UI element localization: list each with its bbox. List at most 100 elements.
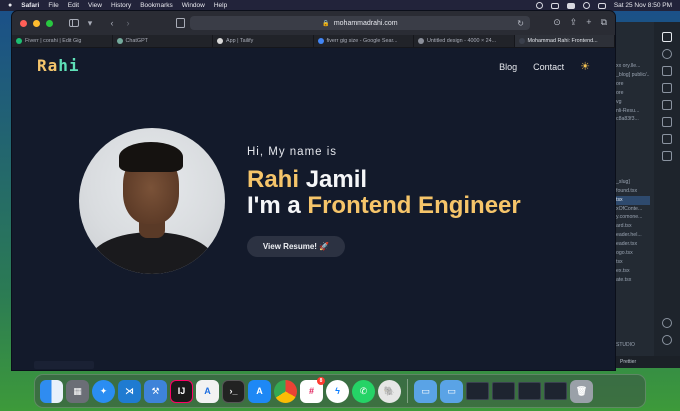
explorer-icon[interactable] — [662, 32, 672, 42]
hero-greeting: Hi, My name is — [247, 146, 338, 158]
control-center-icon[interactable] — [597, 2, 606, 9]
sidebar-toggle-icon[interactable] — [69, 19, 79, 27]
documents-folder-icon[interactable]: ▭ — [440, 379, 463, 403]
docker-icon[interactable] — [662, 134, 672, 144]
tableplus-icon[interactable]: 🐘 — [378, 379, 401, 403]
file-tree-item[interactable] — [616, 142, 650, 151]
minimized-window-thumbnail[interactable] — [544, 382, 567, 400]
extensions-icon[interactable] — [662, 100, 672, 110]
trash-icon[interactable]: 🗑 — [570, 379, 593, 403]
page-settings-icon[interactable] — [176, 18, 185, 28]
file-tree-item[interactable]: eader.hel... — [616, 231, 650, 240]
file-tree-item[interactable]: ore — [616, 80, 650, 89]
file-tree-item[interactable]: ex.tsx — [616, 267, 650, 276]
file-tree-item[interactable] — [616, 151, 650, 160]
source-control-icon[interactable] — [662, 66, 672, 76]
safari-icon[interactable]: ✦ — [92, 379, 115, 403]
wifi-icon[interactable] — [582, 2, 590, 9]
minimize-window-button[interactable] — [33, 19, 40, 27]
tab-label: App | Tailify — [226, 38, 254, 44]
vscode-icon[interactable]: ⋊ — [118, 379, 141, 403]
finder-icon[interactable] — [40, 379, 63, 403]
site-logo[interactable]: Rahi — [37, 56, 80, 75]
menu-item-edit[interactable]: Edit — [68, 2, 79, 9]
menu-item-history[interactable]: History — [111, 2, 131, 9]
download-icon[interactable]: ⊙ — [553, 17, 561, 28]
file-tree-item[interactable] — [616, 133, 650, 142]
file-tree-item[interactable] — [616, 160, 650, 169]
browser-tab[interactable]: fiverr gig size - Google Sear... — [314, 35, 414, 47]
file-tree-item[interactable]: ore — [616, 89, 650, 98]
file-tree-item[interactable]: xx ory.lle... — [616, 62, 650, 71]
file-tree-item[interactable]: ogo.tsx — [616, 249, 650, 258]
menu-item-view[interactable]: View — [88, 2, 102, 9]
reload-icon[interactable]: ↻ — [517, 19, 524, 28]
chrome-icon[interactable] — [274, 379, 297, 403]
search-icon[interactable] — [662, 49, 672, 59]
file-tree-item[interactable] — [616, 169, 650, 178]
remote-icon[interactable] — [662, 117, 672, 127]
nav-blog-link[interactable]: Blog — [499, 62, 517, 72]
file-tree-item[interactable]: ard.tsx — [616, 222, 650, 231]
menu-item-window[interactable]: Window — [182, 2, 205, 9]
lock-icon: 🔒 — [322, 20, 330, 27]
file-tree-item[interactable]: xOfConte... — [616, 205, 650, 214]
status-icon[interactable] — [535, 2, 543, 9]
browser-tab[interactable]: ChatGPT — [113, 35, 213, 47]
downloads-folder-icon[interactable]: ▭ — [414, 379, 437, 403]
zoom-window-button[interactable] — [46, 19, 53, 27]
terminal-icon[interactable]: ›_ — [222, 379, 245, 403]
share-icon[interactable]: ⇪ — [570, 17, 578, 28]
sun-theme-toggle-icon[interactable]: ☀ — [580, 60, 590, 73]
menu-clock[interactable]: Sat 25 Nov 8:50 PM — [614, 2, 672, 9]
whatsapp-icon[interactable]: ✆ — [352, 379, 375, 403]
text-editor-icon[interactable]: A — [196, 379, 219, 403]
file-tree-item[interactable]: _blog] public/... — [616, 71, 650, 80]
minimized-window-thumbnail[interactable] — [518, 382, 541, 400]
file-tree-item[interactable] — [616, 124, 650, 133]
jetbrains-icon[interactable]: IJ — [170, 379, 193, 403]
file-tree-item[interactable]: vg — [616, 98, 650, 107]
battery-icon[interactable] — [550, 2, 559, 9]
tab-overview-icon[interactable]: ⧉ — [601, 17, 607, 28]
file-tree-item[interactable]: c8a83f3... — [616, 115, 650, 124]
settings-gear-icon[interactable] — [662, 335, 672, 345]
keyboard-icon[interactable] — [566, 2, 575, 9]
menu-app-name[interactable]: Safari — [21, 2, 39, 9]
browser-tab[interactable]: Mohammad Rahi: Frontend... — [514, 35, 615, 47]
file-tree-item[interactable]: y.comone... — [616, 213, 650, 222]
file-tree-item[interactable]: _slug] — [616, 178, 650, 187]
messenger-icon[interactable]: ϟ — [326, 379, 349, 403]
file-tree-item[interactable]: tsx — [616, 195, 650, 205]
back-icon[interactable]: ‹ — [107, 18, 117, 28]
minimized-window-thumbnail[interactable] — [492, 382, 515, 400]
xcode-icon[interactable]: ⚒ — [144, 379, 167, 403]
prettier-status[interactable]: Prettier — [620, 359, 636, 365]
address-bar[interactable]: 🔒 mohammadrahi.com ↻ — [190, 16, 530, 30]
browser-tab[interactable]: Untitled design - 4000 × 24... — [414, 35, 515, 47]
testing-icon[interactable] — [662, 151, 672, 161]
menu-item-file[interactable]: File — [48, 2, 58, 9]
menu-item-bookmarks[interactable]: Bookmarks — [140, 2, 173, 9]
file-tree-item[interactable]: tsx — [616, 258, 650, 267]
view-resume-button[interactable]: View Resume! 🚀 — [247, 236, 345, 257]
menu-item-help[interactable]: Help — [214, 2, 227, 9]
run-debug-icon[interactable] — [662, 83, 672, 93]
app-store-icon[interactable]: A — [248, 379, 271, 403]
apple-icon[interactable]: ● — [8, 2, 12, 9]
new-tab-icon[interactable]: + — [586, 17, 591, 28]
file-tree-item[interactable]: eader.tsx — [616, 240, 650, 249]
minimized-window-thumbnail[interactable] — [466, 382, 489, 400]
slack-icon[interactable]: #8 — [300, 376, 325, 403]
nav-contact-link[interactable]: Contact — [533, 62, 564, 72]
close-window-button[interactable] — [20, 19, 27, 27]
browser-tab[interactable]: App | Tailify — [213, 35, 314, 47]
launchpad-icon[interactable]: ▦ — [66, 379, 89, 403]
chevron-down-icon[interactable]: ▾ — [85, 18, 95, 28]
file-tree-item[interactable]: ate.tsx — [616, 276, 650, 285]
account-icon[interactable] — [662, 318, 672, 328]
forward-icon[interactable]: › — [123, 18, 133, 28]
browser-tab[interactable]: Fiverr | corahi | Edit Gig — [12, 35, 113, 47]
file-tree-item[interactable]: nli-Resu... — [616, 107, 650, 116]
file-tree-item[interactable]: found.tsx — [616, 187, 650, 196]
